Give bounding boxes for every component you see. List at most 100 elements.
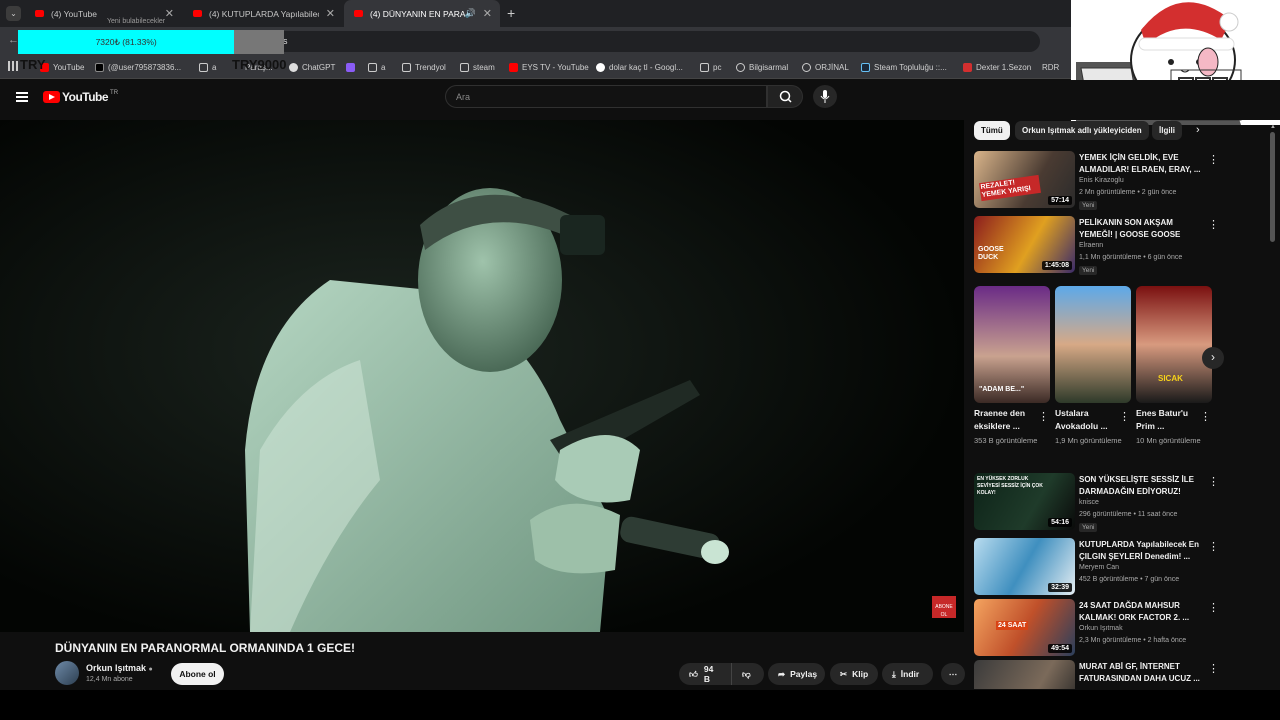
thumbs-down-icon: 👎︎ — [742, 668, 751, 679]
folder-icon — [700, 62, 709, 72]
more-actions-button[interactable]: ⋯ — [941, 663, 965, 685]
close-tab-icon[interactable]: ✕ — [165, 7, 174, 20]
rec-title: YEMEK İÇİN GELDİK, EVE ALMADILAR! ELRAEN… — [1079, 153, 1201, 174]
clip-button[interactable]: ✂ Klip — [830, 663, 878, 685]
bookmark-dexter[interactable]: Dexter 1.Sezon — [963, 59, 1031, 75]
video-title: DÜNYANIN EN PARANORMAL ORMANINDA 1 GECE! — [55, 641, 356, 655]
feather-icon — [346, 62, 355, 72]
page-scrollbar[interactable]: ▲ — [1270, 124, 1276, 689]
bookmark-folder-a2[interactable]: a — [368, 59, 385, 75]
bookmark-bilgisarmal[interactable]: Bilgisarmal — [736, 59, 788, 75]
rec-channel: Meryem Can — [1079, 564, 1120, 571]
hamburger-menu-icon[interactable] — [16, 92, 28, 102]
globe-icon — [736, 62, 745, 72]
bookmark-trendyol[interactable]: Trendyol — [402, 59, 446, 75]
bookmark-youtube[interactable]: YouTube — [40, 59, 84, 75]
recommendation-item[interactable]: REZALET! YEMEK YARIŞI EN YÜKSEK ZORLUK S… — [974, 473, 1224, 532]
video-duration: 54:16 — [1048, 518, 1072, 527]
voice-search-button[interactable] — [813, 85, 837, 108]
bookmark-steam[interactable]: steam — [460, 59, 495, 75]
thumbnail-overlay-text: 24 SAAT — [996, 621, 1029, 630]
dislike-button[interactable]: 👎︎ — [731, 663, 764, 685]
short-title: Ustalara Avokadolu ... — [1055, 408, 1108, 431]
scroll-thumb[interactable] — [1270, 132, 1275, 242]
rec-meta: 1,1 Mn görüntüleme • 6 gün önce — [1079, 254, 1183, 261]
speaker-icon[interactable]: 🔊 — [465, 8, 476, 19]
more-icon: ⋯ — [948, 668, 958, 679]
bookmark-chatgpt[interactable]: ChatGPT — [289, 59, 335, 75]
recommendation-item[interactable]: 32:39 KUTUPLARDA Yapılabilecek En ÇILGIN… — [974, 538, 1224, 596]
subscriber-count: 12,4 Mn abone — [86, 676, 133, 683]
short-item[interactable]: "ADAM BE..." Rraenee den eksiklere ... 3… — [974, 286, 1050, 447]
share-button[interactable]: ➦ Paylaş — [768, 663, 825, 685]
share-icon: ➦ — [778, 668, 786, 679]
close-tab-icon[interactable]: ✕ — [483, 7, 492, 20]
rec-menu-icon[interactable]: ⋮ — [1208, 153, 1219, 166]
bookmark-steam-toplulugu[interactable]: Steam Topluluğu ::... — [861, 59, 947, 75]
tab-label: (4) DÜNYANIN EN PARANO — [370, 8, 465, 19]
search-icon — [779, 90, 792, 103]
youtube-play-icon — [43, 91, 60, 103]
channel-avatar[interactable] — [55, 661, 79, 685]
folder-icon — [402, 62, 411, 72]
channel-name[interactable]: Orkun Işıtmak ● — [86, 663, 153, 673]
tab-kutuplarda[interactable]: (4) KUTUPLARDA Yapılabilecek ✕ — [183, 0, 343, 27]
chip-all[interactable]: Tümü — [974, 121, 1010, 140]
bookmark-pc[interactable]: pc — [700, 59, 721, 75]
video-player[interactable]: ABONE OL — [0, 120, 964, 632]
rec-title: KUTUPLARDA Yapılabilecek En ÇILGIN ŞEYLE… — [1079, 540, 1200, 561]
rec-menu-icon[interactable]: ⋮ — [1208, 540, 1219, 553]
recommendation-item[interactable]: REZALET! YEMEK YARIŞI 57:14 YEMEK İÇİN G… — [974, 151, 1224, 210]
bookmark-tiktok[interactable]: (@user795873836... — [95, 59, 181, 75]
shorts-next-button[interactable]: › — [1202, 347, 1224, 369]
bookmark-feather[interactable] — [346, 59, 359, 75]
close-tab-icon[interactable]: ✕ — [326, 7, 335, 20]
tab-search-button[interactable]: ⌄ — [6, 6, 21, 21]
bookmark-rdr[interactable]: RDR — [1042, 59, 1059, 75]
rec-menu-icon[interactable]: ⋮ — [1208, 662, 1219, 675]
youtube-logo[interactable]: YouTube TR — [43, 90, 118, 104]
short-item[interactable]: SICAK Enes Batur'u Prim ... 10 Mn görünt… — [1136, 286, 1212, 447]
chip-related[interactable]: İlgili — [1152, 121, 1182, 140]
recommendation-item[interactable]: MURAT ABİ GF, İNTERNET FATURASINDAN DAHA… — [974, 660, 1224, 689]
chatgpt-icon — [289, 62, 298, 72]
steam-icon — [861, 62, 870, 72]
search-input[interactable]: Ara — [445, 85, 767, 108]
bookmark-eys-tv[interactable]: EYS TV - YouTube — [509, 59, 589, 75]
bookmark-dolar[interactable]: dolar kaç tl - Googl... — [596, 59, 683, 75]
short-menu-icon[interactable]: ⋮ — [1200, 410, 1211, 423]
like-button[interactable]: 👍︎ 94 B — [679, 663, 731, 685]
rec-channel: Enis Kirazoglu — [1079, 177, 1124, 184]
video-duration: 57:14 — [1048, 196, 1072, 205]
chips-next-chevron-icon[interactable]: › — [1196, 124, 1200, 136]
video-duration: 1:45:08 — [1041, 261, 1072, 270]
rec-menu-icon[interactable]: ⋮ — [1208, 218, 1219, 231]
rec-menu-icon[interactable]: ⋮ — [1208, 475, 1219, 488]
subscribe-watermark[interactable]: ABONE OL — [932, 596, 956, 618]
short-menu-icon[interactable]: ⋮ — [1038, 410, 1049, 423]
short-item[interactable]: Ustalara Avokadolu ... 1,9 Mn görüntülem… — [1055, 286, 1131, 447]
bookmark-folder-a[interactable]: a — [199, 59, 216, 75]
short-overlay-text: "ADAM BE..." — [979, 386, 1025, 393]
new-tab-button[interactable]: + — [507, 5, 515, 21]
tab-dunyanin-active[interactable]: (4) DÜNYANIN EN PARANO 🔊 ✕ — [344, 0, 500, 27]
recommendation-item[interactable]: GOOSE DUCK 1:45:08 PELİKANIN SON AKŞAM Y… — [974, 216, 1224, 275]
short-thumbnail — [1055, 286, 1131, 403]
short-menu-icon[interactable]: ⋮ — [1119, 410, 1130, 423]
chip-from-uploader[interactable]: Orkun Işıtmak adlı yükleyiciden — [1015, 121, 1149, 140]
subscribe-button[interactable]: Abone ol — [171, 663, 224, 685]
new-badge: Yeni — [1079, 201, 1098, 210]
scroll-up-arrow-icon[interactable]: ▲ — [1270, 124, 1276, 130]
rec-menu-icon[interactable]: ⋮ — [1208, 601, 1219, 614]
apps-grid-icon[interactable] — [8, 61, 18, 71]
tab-label: (4) KUTUPLARDA Yapılabilecek — [209, 8, 319, 19]
recommendation-item[interactable]: 24 SAAT 49:54 24 SAAT DAĞDA MAHSUR KALMA… — [974, 599, 1224, 657]
short-thumbnail: "ADAM BE..." — [974, 286, 1050, 403]
rec-title: SON YÜKSELİŞTE SESSİZ İLE DARMADAĞIN EDİ… — [1079, 475, 1194, 496]
search-button[interactable] — [767, 85, 803, 108]
dexter-icon — [963, 62, 972, 72]
download-button[interactable]: ⤓ İndir — [882, 663, 933, 685]
progress-text: 7320₺ (81.33%) — [95, 36, 157, 47]
bookmark-orjinal[interactable]: ORJİNAL — [802, 59, 849, 75]
short-title: Enes Batur'u Prim ... — [1136, 408, 1189, 431]
